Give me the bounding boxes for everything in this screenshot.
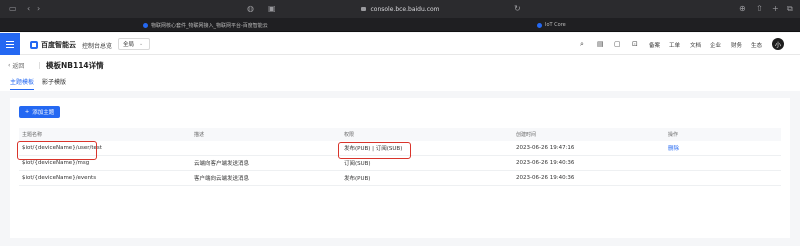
logo[interactable]: 百度智能云	[30, 40, 76, 50]
reader-icon[interactable]: ▣	[268, 5, 276, 13]
highlight-topic-perm	[338, 142, 411, 159]
add-topic-button[interactable]: + 添加主题	[19, 106, 60, 118]
delete-link[interactable]: 删除	[668, 141, 679, 155]
browser-tab-label: IoT Core	[545, 22, 566, 28]
hamburger-menu-button[interactable]	[0, 33, 20, 55]
tab-overview-icon[interactable]: ⧉	[787, 5, 793, 13]
nav-filing[interactable]: 备案	[649, 41, 660, 49]
topic-time: 2023-06-26 19:40:36	[516, 175, 575, 181]
tab-shadow-template[interactable]: 影子模版	[42, 77, 66, 90]
table-header-row: 主题名称 描述 权限 创建时间 操作	[19, 128, 781, 141]
divider	[39, 62, 40, 69]
topic-desc: 云端向客户端发送消息	[194, 161, 250, 167]
nav-ecosystem[interactable]: 生态	[751, 41, 762, 49]
column-header-name: 主题名称	[22, 132, 43, 138]
table-row: $iot/{deviceName}/events 客户端向云端发送消息 发布(P…	[19, 171, 781, 186]
tab-topic-template[interactable]: 主题模板	[10, 77, 35, 90]
cloud-logo-icon	[30, 41, 38, 49]
favicon-icon	[143, 22, 148, 28]
back-arrow-icon[interactable]: ‹	[27, 5, 30, 13]
search-icon[interactable]: ⌕	[580, 40, 584, 48]
page-tabs: 主题模板 影子模版	[10, 77, 66, 90]
reload-icon[interactable]: ↻	[514, 5, 521, 13]
browser-tab-bar: 物联网核心套件_物联网接入_物联网平台-百度智能云 IoT Core	[0, 18, 800, 32]
logo-text: 百度智能云	[41, 41, 76, 49]
plus-icon: +	[24, 109, 30, 115]
column-header-action: 操作	[668, 132, 679, 138]
column-header-perm: 权限	[344, 132, 355, 138]
topic-desc: 客户端向云端发送消息	[194, 176, 250, 182]
app-header: 百度智能云 控制台总览 全局 ⌄ ⌕ ▤ ▢ ⊡ 备案 工单 文档 企业 财务 …	[0, 33, 800, 55]
nav-docs[interactable]: 文档	[690, 41, 701, 49]
sidebar-toggle-icon[interactable]: ▭	[9, 5, 17, 13]
topic-name: $iot/{deviceName}/events	[22, 175, 97, 181]
message-icon[interactable]: ▢	[614, 40, 621, 48]
nav-finance[interactable]: 财务	[731, 41, 742, 49]
chevron-left-icon: ‹	[8, 62, 11, 69]
region-value: 全局	[123, 42, 135, 48]
page-header: ‹ 返回 模板NB114详情 主题模板 影子模版	[0, 55, 800, 91]
download-icon[interactable]: ⊕	[739, 5, 746, 13]
region-select[interactable]: 全局 ⌄	[118, 38, 150, 50]
shield-icon[interactable]: ◍	[247, 5, 254, 13]
cart-icon[interactable]: ⊡	[632, 40, 638, 48]
url-text: console.bce.baidu.com	[370, 5, 440, 13]
avatar[interactable]: 小	[772, 38, 784, 50]
column-header-time: 创建时间	[516, 132, 537, 138]
forward-arrow-icon[interactable]: ›	[37, 5, 40, 13]
new-tab-icon[interactable]: +	[772, 5, 779, 13]
share-icon[interactable]: ⇧	[756, 5, 763, 13]
chevron-down-icon: ⌄	[139, 41, 144, 47]
browser-toolbar: ▭ ‹ › ◍ ▣ console.bce.baidu.com ↻ ⊕ ⇧ + …	[0, 0, 800, 18]
page-title: 模板NB114详情	[46, 61, 104, 70]
highlight-topic-name	[17, 141, 97, 160]
browser-tab-iot-core[interactable]: IoT Core	[537, 20, 566, 30]
favicon-icon	[537, 22, 542, 28]
apps-icon[interactable]: ▤	[597, 40, 604, 48]
add-topic-label: 添加主题	[32, 110, 55, 116]
browser-tab-iot-suite[interactable]: 物联网核心套件_物联网接入_物联网平台-百度智能云	[143, 20, 268, 30]
nav-enterprise[interactable]: 企业	[710, 41, 721, 49]
topic-perm: 发布(PUB)	[344, 176, 371, 182]
address-bar[interactable]: console.bce.baidu.com	[318, 3, 483, 15]
back-label: 返回	[12, 63, 25, 70]
topic-time: 2023-06-26 19:47:16	[516, 145, 575, 151]
topic-time: 2023-06-26 19:40:36	[516, 160, 575, 166]
browser-tab-label: 物联网核心套件_物联网接入_物联网平台-百度智能云	[151, 22, 268, 29]
column-header-desc: 描述	[194, 132, 205, 138]
console-overview-link[interactable]: 控制台总览	[82, 41, 112, 50]
topic-card: + 添加主题 主题名称 描述 权限 创建时间 操作 $iot/{deviceNa…	[10, 98, 790, 238]
lock-icon	[361, 7, 367, 11]
back-button[interactable]: ‹ 返回	[8, 61, 24, 70]
nav-ticket[interactable]: 工单	[669, 41, 680, 49]
